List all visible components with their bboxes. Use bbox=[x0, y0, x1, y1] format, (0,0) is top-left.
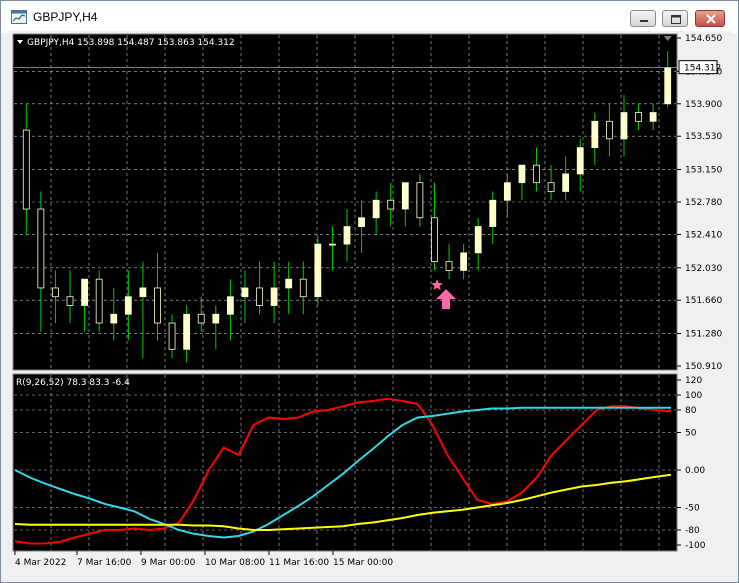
candle-body bbox=[81, 278, 88, 306]
time-axis-label: 15 Mar 00:00 bbox=[333, 558, 393, 568]
candle-body bbox=[314, 243, 322, 298]
candle-body bbox=[474, 226, 482, 254]
candle-body bbox=[270, 287, 278, 306]
time-axis-label: 10 Mar 08:00 bbox=[205, 558, 265, 568]
current-price-label: 154.312 bbox=[684, 64, 721, 74]
candle-body bbox=[401, 182, 409, 210]
candle-body bbox=[635, 112, 642, 122]
time-axis-label: 4 Mar 2022 bbox=[15, 558, 66, 568]
candle-body bbox=[606, 120, 613, 140]
indicator-axis-label: -100 bbox=[685, 541, 706, 551]
indicator-axis-label: 80 bbox=[685, 406, 697, 416]
price-axis-label: 151.660 bbox=[685, 296, 722, 306]
candle-body bbox=[489, 199, 497, 227]
price-axis-label: 152.410 bbox=[685, 230, 722, 240]
time-axis-label: 7 Mar 16:00 bbox=[77, 558, 132, 568]
restore-icon bbox=[671, 15, 681, 24]
candle-body bbox=[576, 147, 584, 175]
candle-body bbox=[52, 287, 59, 298]
price-axis-label: 154.650 bbox=[685, 34, 722, 44]
candle-body bbox=[329, 243, 336, 246]
candle-body bbox=[416, 182, 424, 219]
indicator-axis-label: -80 bbox=[685, 526, 700, 536]
chart-area[interactable]: 154.650154.270153.900153.530153.150152.7… bbox=[9, 31, 731, 577]
candle-body bbox=[460, 252, 468, 271]
indicator-info-text: R(9,26,52) 78.3 83.3 -6.4 bbox=[16, 378, 130, 388]
candle-body bbox=[547, 182, 555, 192]
window-title: GBPJPY,H4 bbox=[33, 10, 98, 24]
title-bar[interactable]: GBPJPY,H4 bbox=[1, 1, 738, 33]
candle-body bbox=[37, 208, 45, 289]
minimize-icon bbox=[640, 20, 648, 22]
main-info-text: GBPJPY,H4 153.898 154.487 153.863 154.31… bbox=[27, 38, 235, 48]
indicator-axis-label: -50 bbox=[685, 504, 700, 514]
indicator-axis-label: 50 bbox=[685, 429, 697, 439]
time-axis-label: 9 Mar 00:00 bbox=[141, 558, 196, 568]
candle-body bbox=[591, 120, 599, 149]
price-axis-label: 153.150 bbox=[685, 166, 722, 176]
price-axis-label: 151.280 bbox=[685, 330, 722, 340]
candle-body bbox=[256, 287, 263, 306]
chart-window-icon bbox=[11, 10, 27, 24]
candle-body bbox=[533, 164, 540, 184]
candle-body bbox=[168, 322, 176, 350]
price-chart[interactable]: 154.650154.270153.900153.530153.150152.7… bbox=[9, 31, 731, 577]
candle-body bbox=[110, 313, 118, 324]
price-axis-label: 153.530 bbox=[685, 132, 722, 142]
indicator-axis-label: 100 bbox=[685, 391, 702, 401]
candle-body bbox=[649, 112, 657, 122]
candle-body bbox=[343, 226, 351, 245]
close-button[interactable] bbox=[695, 10, 725, 27]
candle-body bbox=[503, 182, 511, 201]
candle-body bbox=[387, 199, 395, 210]
candle-body bbox=[95, 278, 103, 324]
candle-body bbox=[664, 67, 672, 105]
minimize-button[interactable] bbox=[630, 10, 656, 27]
candle-body bbox=[518, 164, 526, 184]
candle-body bbox=[299, 278, 307, 298]
candle-body bbox=[562, 173, 570, 192]
candle-body bbox=[66, 296, 74, 306]
candle-body bbox=[154, 287, 161, 324]
price-axis-label: 152.030 bbox=[685, 264, 722, 274]
candle-body bbox=[431, 217, 438, 263]
candle-body bbox=[358, 217, 365, 227]
candle-body bbox=[372, 199, 380, 219]
candle-body bbox=[124, 296, 132, 315]
price-axis-label: 153.900 bbox=[685, 100, 722, 110]
candle-body bbox=[197, 313, 205, 324]
candle-body bbox=[241, 287, 249, 298]
price-axis-label: 150.910 bbox=[685, 362, 722, 372]
candle-body bbox=[139, 287, 147, 298]
candle-body bbox=[212, 313, 220, 324]
candle-body bbox=[620, 112, 628, 140]
price-axis-label: 152.780 bbox=[685, 198, 722, 208]
time-axis-label: 11 Mar 16:00 bbox=[269, 558, 329, 568]
chart-window: GBPJPY,H4 154.650154.270153.900153.53015… bbox=[0, 0, 739, 583]
candle-body bbox=[226, 296, 234, 315]
candle-body bbox=[285, 278, 293, 289]
candle-body bbox=[22, 129, 30, 210]
indicator-axis-label: 120 bbox=[685, 376, 702, 386]
candle-body bbox=[445, 261, 453, 271]
close-icon bbox=[706, 14, 716, 24]
indicator-axis-label: 0.00 bbox=[685, 466, 705, 476]
candle-body bbox=[183, 313, 191, 350]
restore-button[interactable] bbox=[662, 10, 688, 27]
